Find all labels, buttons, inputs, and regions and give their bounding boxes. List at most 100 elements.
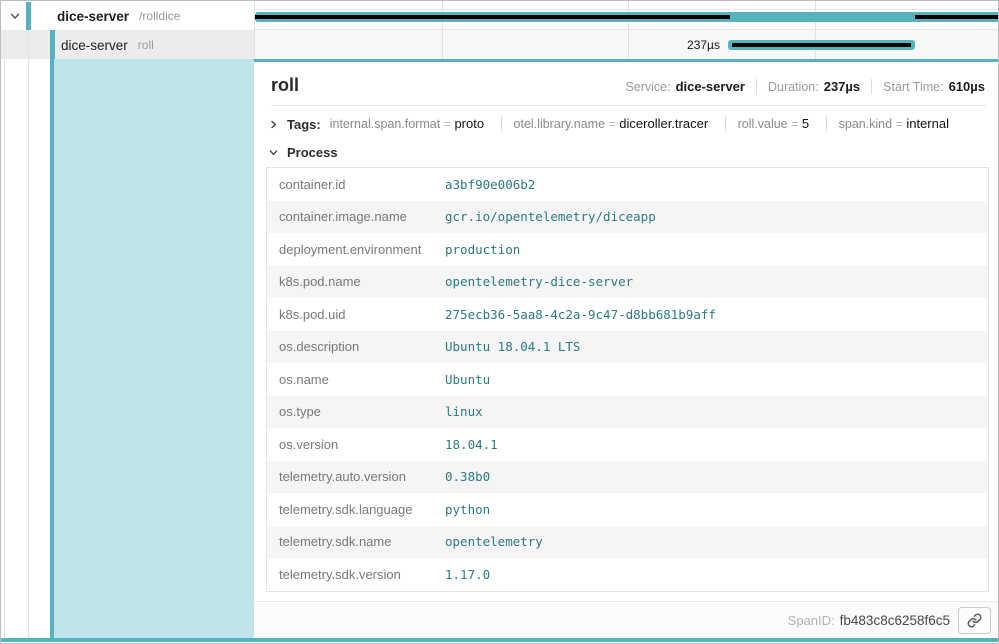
span-id-label: SpanID: xyxy=(788,613,835,628)
row-divider xyxy=(255,29,999,30)
table-row: k8s.pod.name opentelemetry-dice-server xyxy=(267,266,988,299)
attribute-value: Ubuntu xyxy=(445,372,490,387)
process-label: Process xyxy=(287,145,338,160)
tag-value: diceroller.tracer xyxy=(619,116,708,131)
span-bar-rolldice[interactable] xyxy=(255,12,999,22)
service-name: dice-server xyxy=(61,38,128,53)
meta-value: dice-server xyxy=(676,79,745,94)
service-color-bar xyxy=(26,2,31,30)
attribute-key: k8s.pod.uid xyxy=(267,307,445,322)
attribute-value: opentelemetry-dice-server xyxy=(445,274,633,289)
tags-accordion[interactable]: Tags: internal.span.format = proto otel.… xyxy=(254,106,999,133)
operation-name: /rolldice xyxy=(139,9,180,23)
tag-item: internal.span.format = proto xyxy=(330,116,484,131)
critical-path-segment xyxy=(915,15,999,19)
attribute-key: telemetry.sdk.name xyxy=(267,534,445,549)
attribute-value: 1.17.0 xyxy=(445,567,490,582)
meta-item: Duration: 237µs xyxy=(756,79,860,94)
expanded-row-fill xyxy=(54,59,254,638)
span-tree-panel: dice-server /rolldice dice-server roll xyxy=(1,1,254,638)
attribute-key: telemetry.sdk.version xyxy=(267,567,445,582)
expanded-row-bottom-accent xyxy=(1,638,998,642)
attribute-value: opentelemetry xyxy=(445,534,543,549)
attribute-key: container.image.name xyxy=(267,209,445,224)
detail-header: roll Service: dice-server Duration: 237µ… xyxy=(254,62,999,96)
attribute-value: linux xyxy=(445,404,483,419)
tag-item: roll.value = 5 xyxy=(725,116,810,131)
table-row: os.description Ubuntu 18.04.1 LTS xyxy=(267,331,988,364)
chevron-down-icon xyxy=(267,146,280,159)
attribute-key: container.id xyxy=(267,177,445,192)
chevron-right-icon xyxy=(267,118,280,131)
attribute-key: os.name xyxy=(267,372,445,387)
critical-path-segment xyxy=(255,15,730,19)
span-meta: Service: dice-server Duration: 237µs Sta… xyxy=(625,79,985,94)
meta-label: Service: xyxy=(625,80,670,94)
span-detail-panel: roll Service: dice-server Duration: 237µ… xyxy=(254,59,999,638)
attribute-value: 0.38b0 xyxy=(445,469,490,484)
service-name: dice-server xyxy=(57,9,129,24)
tags-label: Tags: xyxy=(287,117,321,132)
detail-footer: SpanID: fb483c8c6258f6c5 xyxy=(254,601,999,638)
jaeger-span-detail-view: dice-server /rolldice dice-server roll 2… xyxy=(0,0,999,644)
attribute-key: os.version xyxy=(267,437,445,452)
tag-key: otel.library.name xyxy=(514,117,605,131)
process-attributes-table: container.id a3bf90e006b2 container.imag… xyxy=(266,167,989,592)
attribute-value: a3bf90e006b2 xyxy=(445,177,535,192)
tag-key: span.kind xyxy=(839,117,893,131)
collapse-chevron-icon[interactable] xyxy=(8,9,22,23)
critical-path-segment xyxy=(732,43,911,47)
attribute-value: 18.04.1 xyxy=(445,437,498,452)
attribute-key: os.type xyxy=(267,404,445,419)
tag-key: internal.span.format xyxy=(330,117,440,131)
meta-value: 610µs xyxy=(949,79,985,94)
link-icon xyxy=(967,613,982,628)
table-row: os.name Ubuntu xyxy=(267,363,988,396)
tag-value: proto xyxy=(454,116,484,131)
meta-item: Start Time: 610µs xyxy=(871,79,985,94)
table-row: telemetry.sdk.name opentelemetry xyxy=(267,526,988,559)
table-row: telemetry.sdk.version 1.17.0 xyxy=(267,558,988,591)
table-row: telemetry.sdk.language python xyxy=(267,493,988,526)
meta-value: 237µs xyxy=(824,79,860,94)
indent-guide xyxy=(4,30,5,638)
table-row: os.type linux xyxy=(267,396,988,429)
attribute-key: os.description xyxy=(267,339,445,354)
attribute-value: python xyxy=(445,502,490,517)
span-title: roll xyxy=(271,75,299,96)
tag-item: span.kind = internal xyxy=(826,116,949,131)
tags-list: internal.span.format = proto otel.librar… xyxy=(330,115,949,133)
attribute-key: deployment.environment xyxy=(267,242,445,257)
trace-timeline: 237µs xyxy=(254,1,999,59)
attribute-key: k8s.pod.name xyxy=(267,274,445,289)
attribute-value: gcr.io/opentelemetry/diceapp xyxy=(445,209,656,224)
tag-value: internal xyxy=(906,116,949,131)
table-row: deployment.environment production xyxy=(267,233,988,266)
attribute-key: telemetry.sdk.language xyxy=(267,502,445,517)
span-row-rolldice[interactable]: dice-server /rolldice xyxy=(1,2,254,31)
tag-key: roll.value xyxy=(738,117,788,131)
table-row: k8s.pod.uid 275ecb36-5aa8-4c2a-9c47-d8bb… xyxy=(267,298,988,331)
attribute-value: Ubuntu 18.04.1 LTS xyxy=(445,339,580,354)
attribute-value: production xyxy=(445,242,520,257)
copy-link-button[interactable] xyxy=(958,607,991,634)
span-id-value: fb483c8c6258f6c5 xyxy=(840,613,950,628)
span-bar-roll[interactable] xyxy=(728,40,915,50)
meta-label: Duration: xyxy=(768,80,819,94)
process-accordion[interactable]: Process xyxy=(254,133,999,160)
attribute-value: 275ecb36-5aa8-4c2a-9c47-d8bb681b9aff xyxy=(445,307,716,322)
span-duration-label: 237µs xyxy=(255,38,720,52)
tag-item: otel.library.name = diceroller.tracer xyxy=(501,116,709,131)
table-row: container.image.name gcr.io/opentelemetr… xyxy=(267,201,988,234)
table-row: container.id a3bf90e006b2 xyxy=(267,168,988,201)
attribute-key: telemetry.auto.version xyxy=(267,469,445,484)
table-row: telemetry.auto.version 0.38b0 xyxy=(267,461,988,494)
tag-value: 5 xyxy=(802,116,809,131)
meta-label: Start Time: xyxy=(883,80,943,94)
indent-guide xyxy=(28,30,29,638)
meta-item: Service: dice-server xyxy=(625,79,745,94)
span-row-roll-selected[interactable]: dice-server roll xyxy=(1,31,254,59)
operation-name: roll xyxy=(138,38,154,52)
ruler-divider xyxy=(255,9,999,10)
table-row: os.version 18.04.1 xyxy=(267,428,988,461)
